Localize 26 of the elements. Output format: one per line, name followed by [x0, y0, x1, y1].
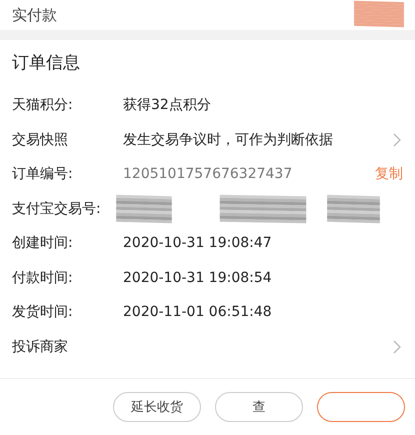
field-label: 订单编号: — [12, 165, 74, 184]
action-button[interactable]: 延长收货 — [113, 392, 201, 422]
list-row[interactable]: 交易快照 发生交易争议时，可作为判断依据 — [12, 122, 403, 157]
field-label: 支付宝交易号: — [12, 200, 102, 218]
field-label: 天猫积分: — [12, 96, 74, 114]
field-label: 发货时间: — [12, 303, 74, 322]
redaction-scribble — [326, 194, 381, 224]
field-label: 付款时间: — [12, 268, 74, 287]
outline-button[interactable] — [317, 392, 405, 422]
field-value: 2020-11-01 06:51:48 — [123, 304, 273, 320]
field-value: 获得32点积分 — [123, 96, 212, 114]
chevron-right-icon — [393, 132, 401, 147]
field-value: 2020-10-31 19:08:47 — [123, 235, 273, 252]
field-label: 交易快照 — [12, 130, 69, 149]
redaction-scribble — [115, 194, 173, 224]
section-title: 订单信息 — [12, 52, 81, 75]
decoration-scribble — [353, 0, 405, 28]
action-button[interactable]: 查 — [215, 392, 303, 422]
field-label: 创建时间: — [12, 234, 74, 252]
field-label: 投诉商家 — [12, 338, 69, 356]
chevron-right-icon — [393, 340, 401, 354]
total-paid-label: 实付款 — [12, 6, 57, 24]
field-value: 发生交易争议时，可作为判断依据 — [123, 130, 334, 149]
list-row[interactable]: 投诉商家 — [12, 330, 403, 364]
order-number: 1205101757676327437 — [123, 166, 294, 182]
field-value: 2020-10-31 19:08:54 — [123, 270, 273, 286]
